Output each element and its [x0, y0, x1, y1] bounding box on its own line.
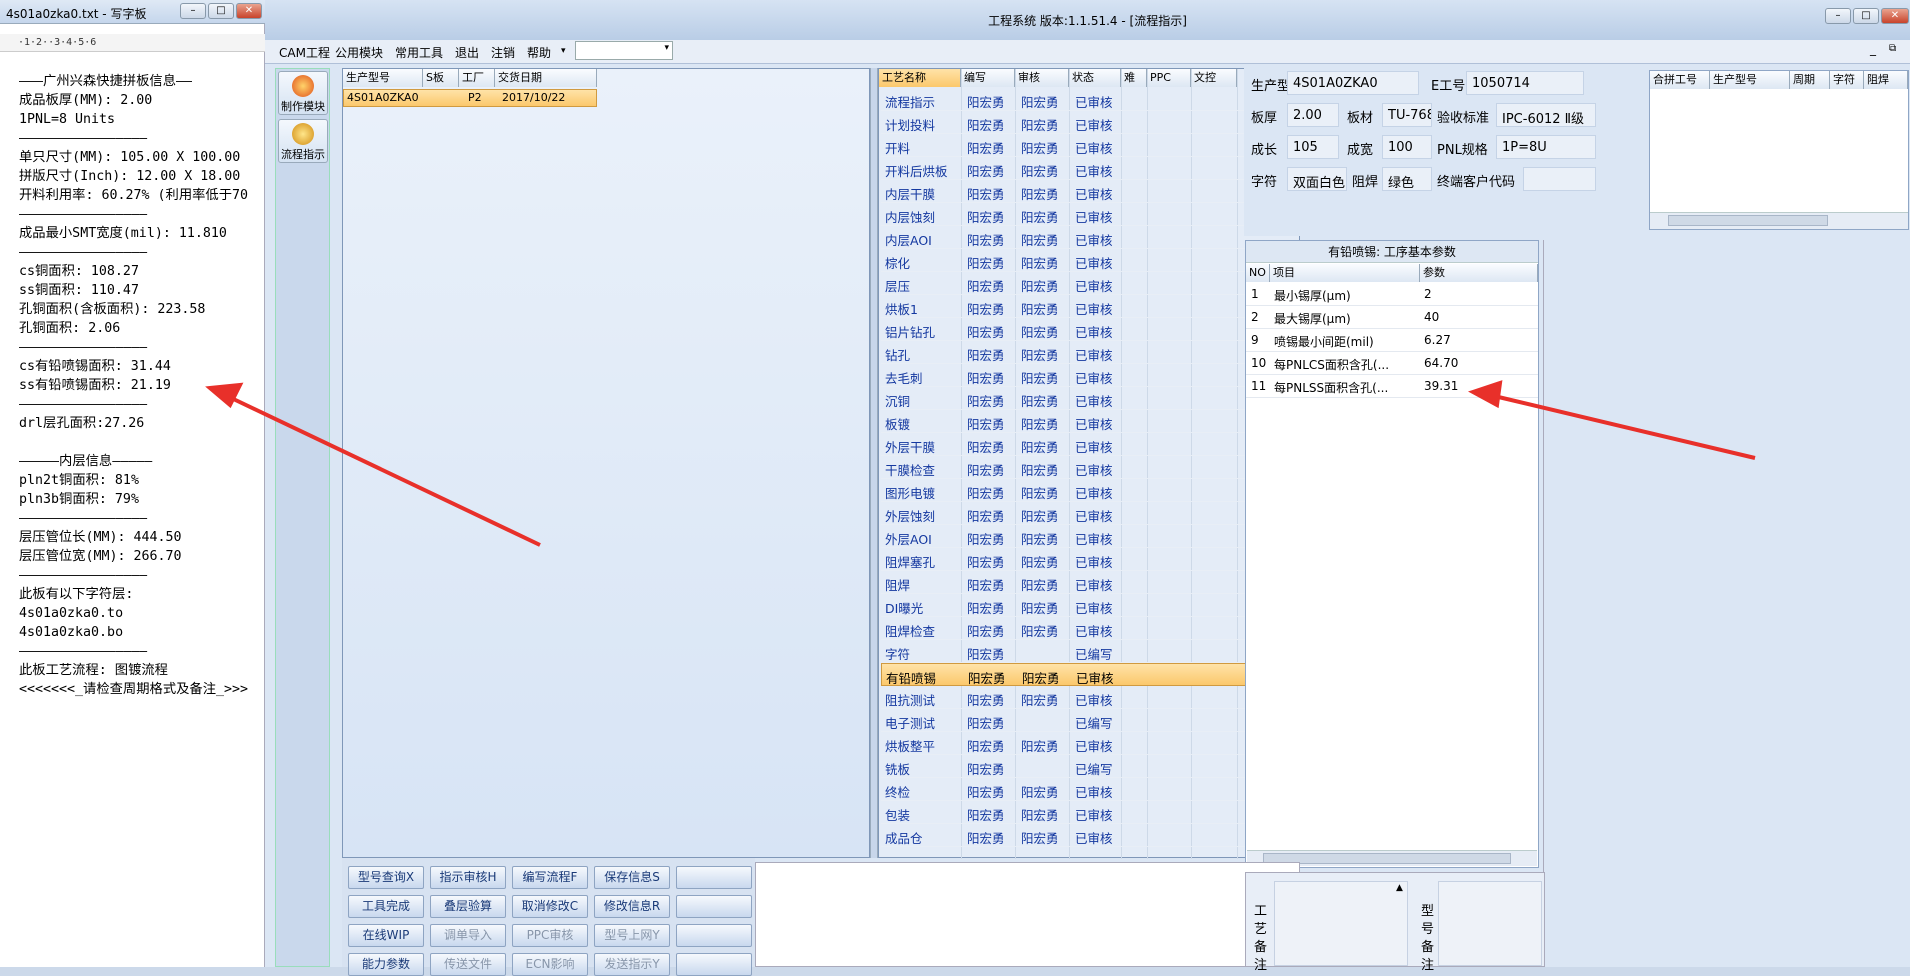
arrow-left-line [224, 393, 541, 547]
arrow-right-line [1489, 393, 1756, 460]
arrow-right-head [1467, 380, 1503, 409]
annotation-arrows [205, 380, 1756, 547]
